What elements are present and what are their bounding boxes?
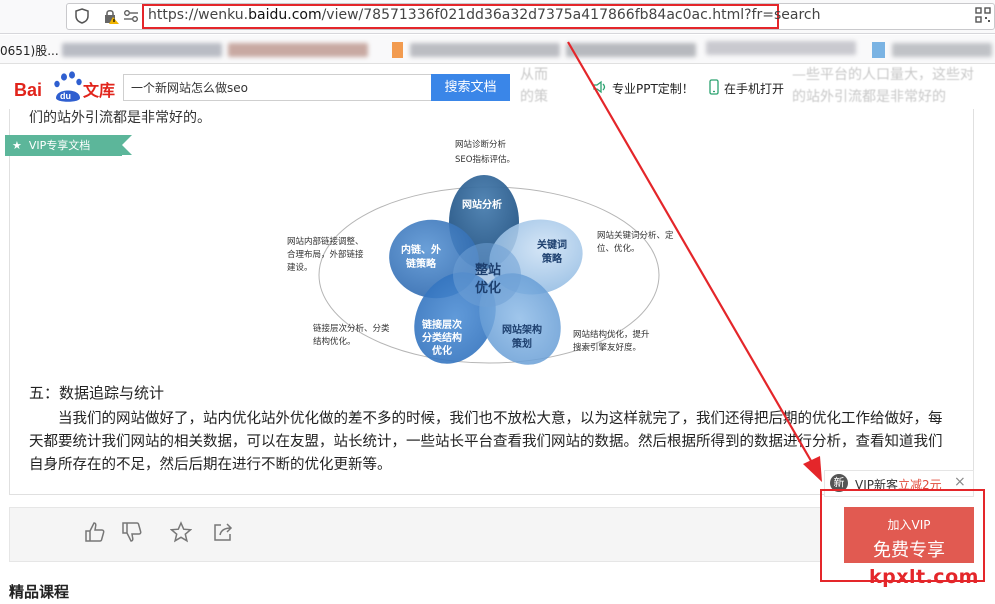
ghost-text: 从而 xyxy=(520,67,548,83)
vip-ribbon-label: VIP专享文档 xyxy=(28,139,91,152)
open-on-mobile-link[interactable]: 在手机打开 xyxy=(724,80,784,97)
section-title: 五：数据追踪与统计 xyxy=(29,384,165,402)
ghost-text: 的策 xyxy=(520,89,548,105)
bookmark-favicon xyxy=(872,42,885,58)
blurred-bookmark[interactable] xyxy=(228,43,368,57)
bookmark-item[interactable]: 0651)股... xyxy=(0,42,59,59)
svg-text:Bai: Bai xyxy=(14,80,42,100)
search-button[interactable]: 搜索文档 xyxy=(431,74,510,101)
petal-top-label: 网站分析 xyxy=(462,198,502,211)
note-left: 网站内部链接调整、合理布局，外部链接建设。 xyxy=(287,236,364,273)
svg-text:du: du xyxy=(60,91,71,101)
svg-text:文库: 文库 xyxy=(83,81,115,100)
thumbs-down-icon[interactable] xyxy=(119,521,145,547)
blurred-bookmark[interactable] xyxy=(892,43,992,57)
blurred-bookmark[interactable] xyxy=(566,43,696,57)
note-bottom-left: 链接层次分析、分类结构优化。 xyxy=(313,323,390,347)
qr-icon[interactable] xyxy=(975,7,991,27)
bookmark-favicon xyxy=(392,42,403,58)
watermark: kpxlt.com xyxy=(869,566,979,588)
document-text-line: 们的站外引流都是非常好的。 xyxy=(29,110,211,126)
note-top: 网站诊断分析 SEO指标评估。 xyxy=(455,139,515,165)
baidu-wenku-logo[interactable]: Bai du 文库 xyxy=(12,68,137,106)
ghost-text: —些平台的人口量大，这些对 xyxy=(792,67,974,83)
document-paragraph: 当我们的网站做好了，站内优化站外优化做的差不多的时候，我们也不放松大意，以为这样… xyxy=(29,411,943,473)
url-domain: baidu.com xyxy=(248,7,322,23)
url-path: /view/78571336f021dd36a32d7375a417866fb8… xyxy=(321,7,821,23)
permissions-icon[interactable] xyxy=(123,8,139,28)
lock-icon[interactable] xyxy=(103,8,119,28)
star-icon: ★ xyxy=(12,139,22,152)
note-right: 网站关键词分析、定位、优化。 xyxy=(597,230,674,254)
quality-courses-heading: 精品课程 xyxy=(9,583,70,601)
thumbs-up-icon[interactable] xyxy=(82,521,108,547)
seo-optimization-diagram: 整站优化 网站分析 关键词策略 内链、外链策略 链接层次分类结构优化 网站架构策… xyxy=(287,139,674,365)
bookmarks-bar xyxy=(0,35,995,64)
share-icon[interactable] xyxy=(210,521,236,547)
blurred-bookmark[interactable] xyxy=(62,43,222,57)
vip-exclusive-ribbon: ★ VIP专享文档 xyxy=(5,135,132,156)
blurred-bookmark[interactable] xyxy=(410,43,560,57)
star-icon[interactable] xyxy=(168,521,194,547)
close-icon[interactable]: × xyxy=(954,474,966,490)
note-bottom-right: 网站结构优化，提升搜索引擎友好度。 xyxy=(573,329,650,353)
ghost-text: 的站外引流都是非常好的 xyxy=(792,89,946,105)
phone-icon xyxy=(708,79,720,99)
url-text[interactable]: https://wenku.baidu.com/view/78571336f02… xyxy=(148,7,820,23)
url-prefix: https://wenku. xyxy=(148,7,249,23)
shield-icon[interactable] xyxy=(75,8,89,28)
ppt-custom-link[interactable]: 专业PPT定制！ xyxy=(612,80,694,97)
speaker-icon xyxy=(592,79,608,99)
search-input[interactable] xyxy=(123,74,432,101)
blurred-bookmark[interactable] xyxy=(706,41,856,55)
